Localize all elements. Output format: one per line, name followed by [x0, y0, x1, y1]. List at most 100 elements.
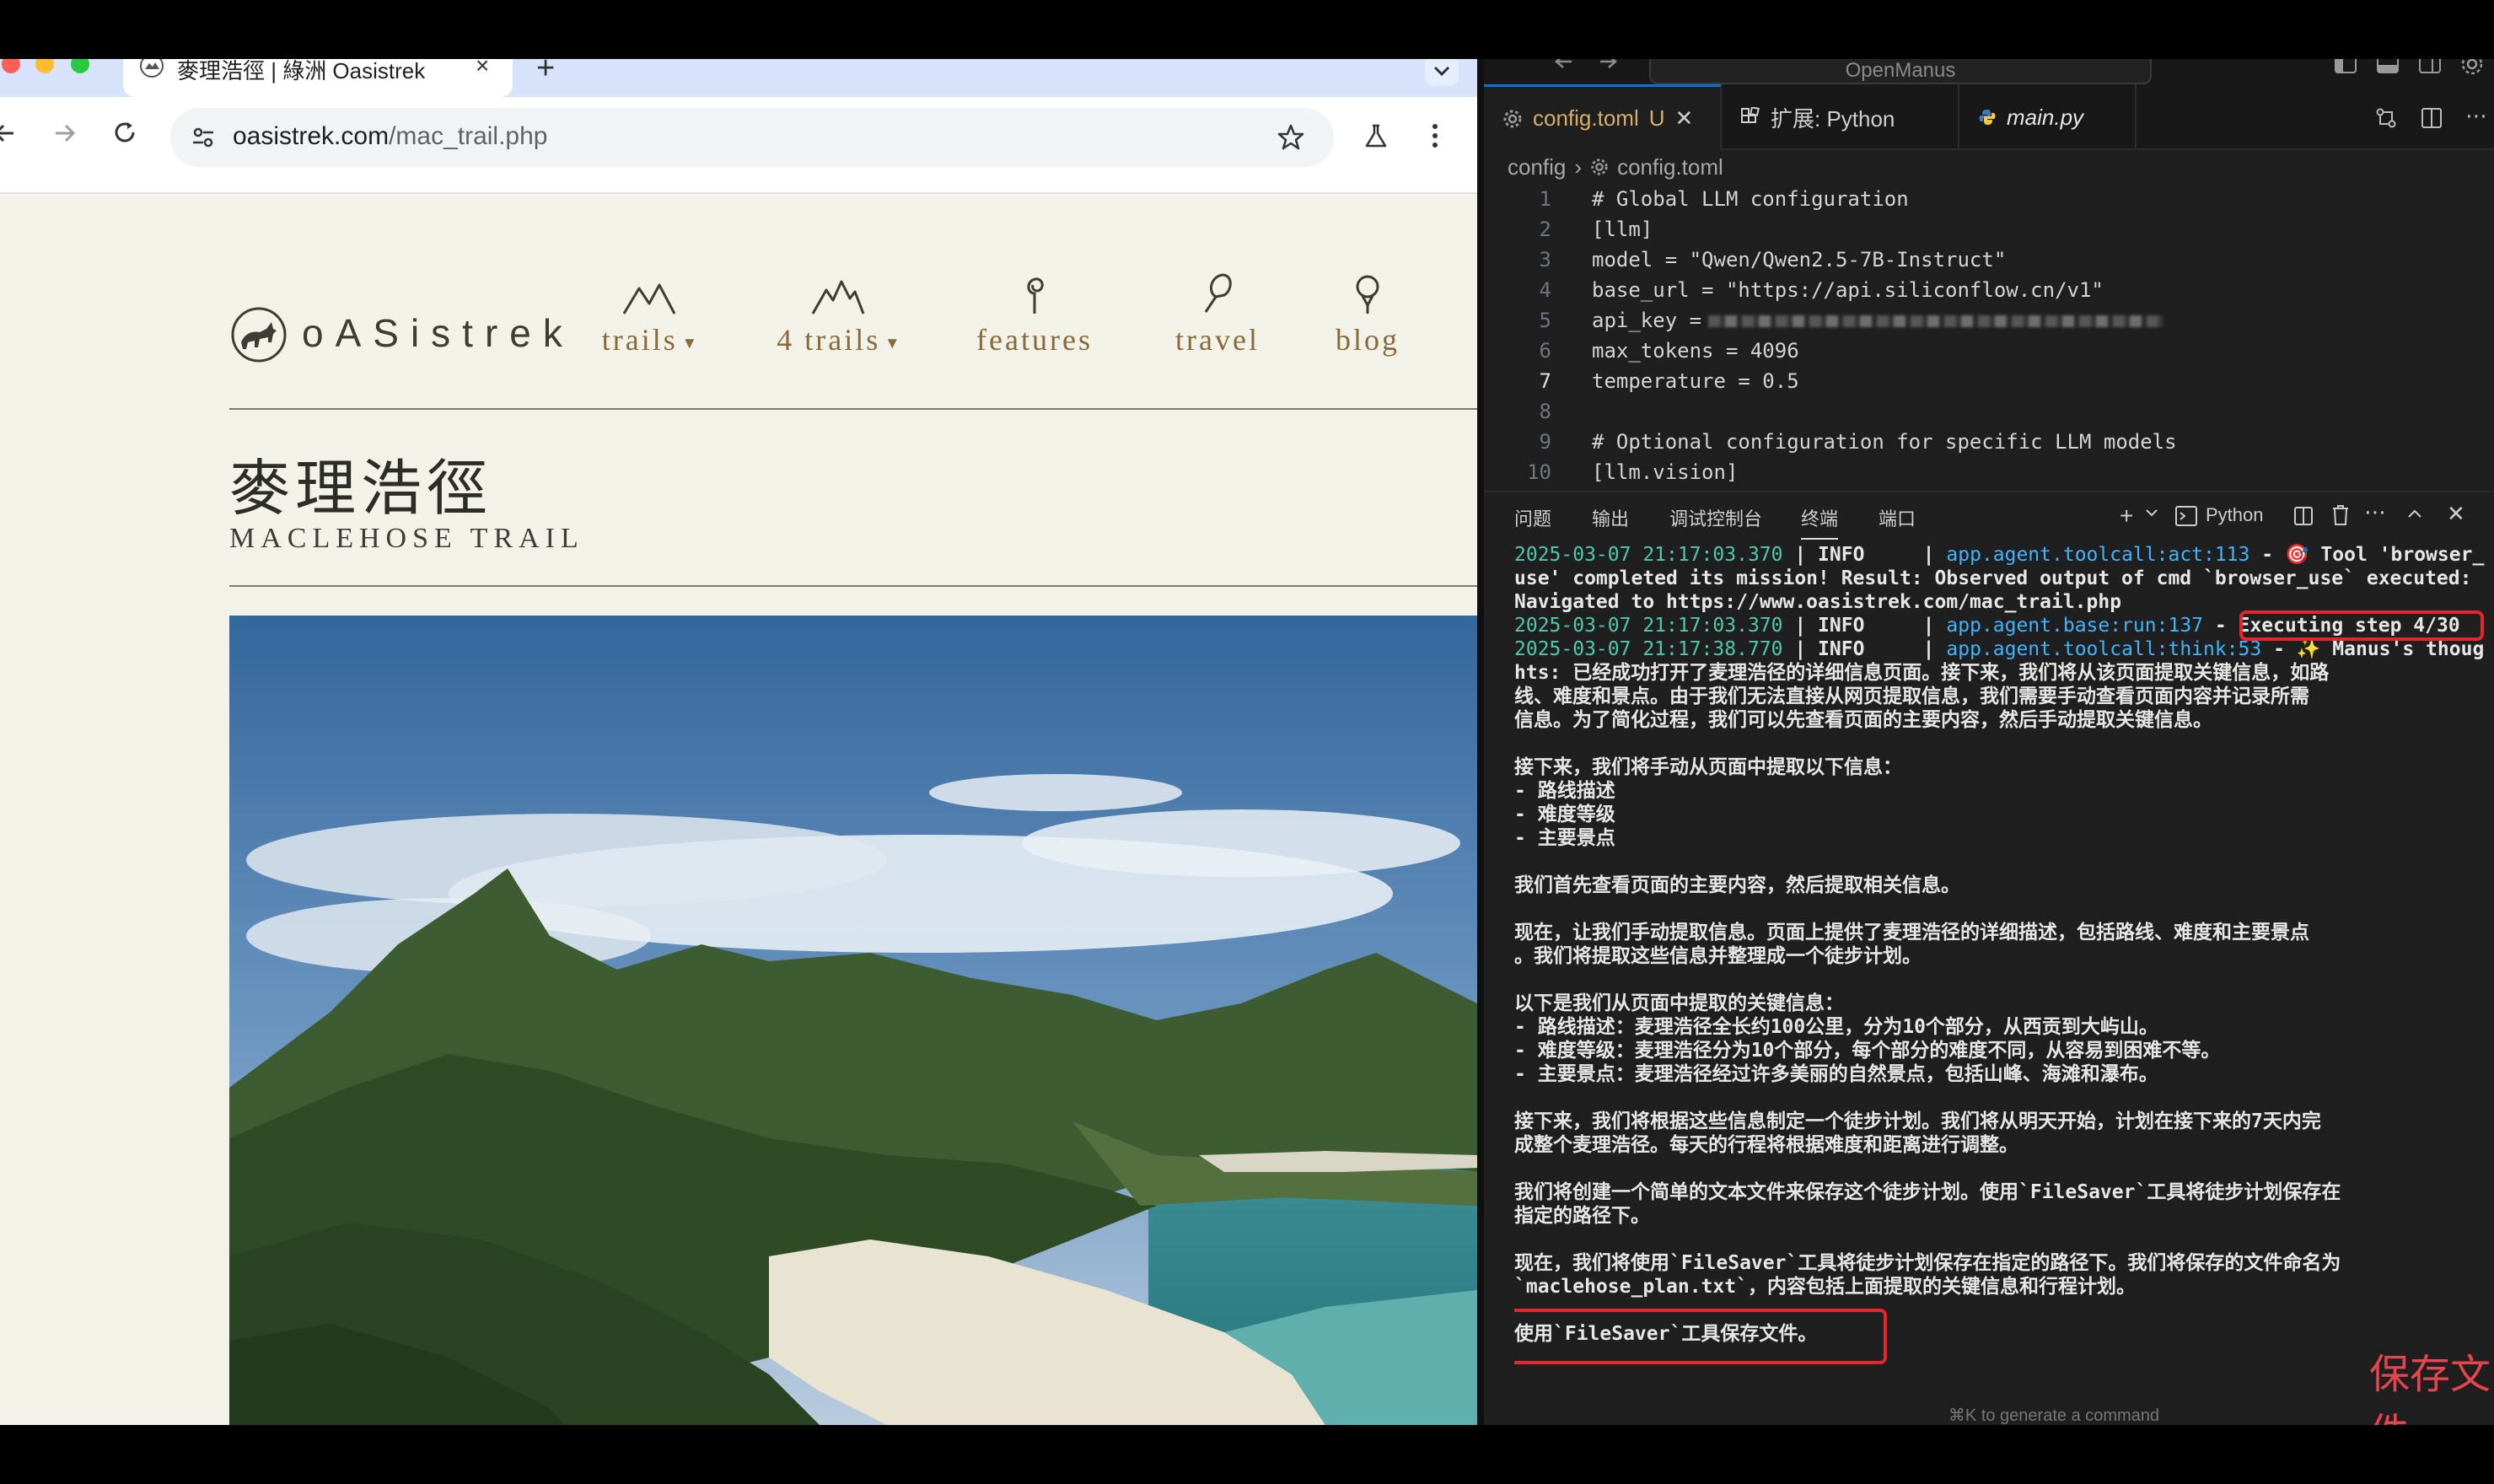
line-number: 3 [1539, 248, 1551, 272]
browser-menu-icon[interactable] [1427, 122, 1443, 149]
panel-tab-terminal[interactable]: 终端 [1801, 504, 1839, 540]
tab-main-py[interactable]: main.py [1959, 84, 2137, 150]
nav-blog[interactable]: blog [1325, 266, 1410, 358]
chevron-down-icon[interactable] [2145, 508, 2158, 518]
breadcrumb-file[interactable]: config.toml [1617, 154, 1723, 180]
nav-features[interactable]: features [971, 266, 1098, 358]
line-number: 10 [1527, 460, 1551, 484]
vscode-titlebar: OpenManus [1484, 59, 2494, 84]
browser-tab-title: 麥理浩徑 | 綠洲 Oasistrek [177, 59, 426, 83]
code-line: 4 base_url = "https://api.siliconflow.cn/… [1484, 275, 2494, 305]
toggle-secondary-sidebar-icon[interactable] [2418, 59, 2442, 74]
panel-tab-output[interactable]: 输出 [1592, 504, 1629, 531]
chevron-right-icon: › [1574, 153, 1583, 180]
tab-config-toml[interactable]: config.toml U ✕ [1484, 84, 1722, 150]
code-line: 6 max_tokens = 4096 [1484, 336, 2494, 366]
close-panel-icon[interactable]: ✕ [2447, 501, 2465, 527]
panel-tab-ports[interactable]: 端口 [1879, 504, 1916, 531]
zoom-window-button[interactable] [71, 59, 89, 73]
tab-close-icon[interactable]: × [476, 59, 489, 79]
site-info-icon[interactable] [191, 125, 216, 150]
back-arrow-icon[interactable] [0, 121, 17, 146]
nav-4-trails[interactable]: 4 trails ▾ [762, 266, 914, 358]
close-window-button[interactable] [2, 59, 20, 73]
log-line: 现在，我们将使用`FileSaver`工具将徒步计划保存在指定的路径下。我们将保… [1514, 1252, 2341, 1274]
split-editor-icon[interactable] [2420, 106, 2443, 130]
toggle-panel-icon[interactable] [2376, 59, 2400, 74]
breadcrumb-folder[interactable]: config [1508, 154, 1566, 180]
forward-arrow-icon[interactable] [1597, 59, 1619, 73]
nav-travel-label: travel [1175, 323, 1260, 357]
log-module: app.agent.toolcall:act:113 [1946, 544, 2250, 566]
log-line: - 主要景点 [1514, 827, 1615, 849]
url-path: /mac_trail.php [389, 122, 548, 150]
code-text: [llm.vision] [1592, 460, 1739, 484]
log-line: - 主要景点：麦理浩径经过许多美丽的自然景点，包括山峰、海滩和瀑布。 [1514, 1063, 2158, 1085]
split-divider[interactable] [1477, 59, 1484, 1425]
vscode-window: OpenManus config.toml U ✕ 扩展: Python mai… [1484, 59, 2494, 1425]
log-line: use' completed its mission! Result: Obse… [1514, 567, 2472, 589]
oasistrek-logo-icon[interactable] [229, 305, 288, 364]
forward-arrow-icon[interactable] [52, 121, 78, 146]
log-line: 成整个麦理浩径。每天的行程将根据难度和距离进行调整。 [1514, 1134, 2018, 1156]
back-arrow-icon[interactable] [1553, 59, 1575, 73]
panel-tab-debug-console[interactable]: 调试控制台 [1669, 504, 1762, 531]
chevron-down-icon [1433, 66, 1450, 77]
code-text: # Optional configuration for specific LL… [1592, 430, 2177, 454]
tab-close-icon[interactable]: ✕ [1675, 105, 1694, 132]
command-center[interactable]: OpenManus [1649, 59, 2152, 84]
new-tab-button[interactable]: + [536, 59, 555, 87]
more-actions-icon[interactable]: ⋯ [2465, 103, 2487, 129]
page-title: 麥理浩徑 [229, 453, 493, 524]
log-timestamp: 2025-03-07 21:17:38.770 [1514, 638, 1783, 660]
url-text: oasistrek.com/mac_trail.php [233, 122, 548, 151]
url-host: oasistrek.com [233, 122, 390, 150]
command-center-label: OpenManus [1845, 59, 1956, 82]
new-terminal-plus-icon[interactable]: + [2120, 503, 2133, 530]
log-timestamp: 2025-03-07 21:17:03.370 [1514, 615, 1783, 637]
line-number: 5 [1539, 309, 1551, 332]
nav-travel[interactable]: travel [1158, 266, 1277, 358]
more-actions-icon[interactable]: ⋯ [2364, 499, 2386, 525]
settings-gear-icon[interactable] [2460, 59, 2484, 76]
code-text: max_tokens = 4096 [1592, 339, 1799, 363]
line-number: 7 [1539, 369, 1551, 393]
labs-flask-icon[interactable] [1363, 122, 1389, 149]
maximize-panel-icon[interactable] [2406, 508, 2423, 519]
line-number: 1 [1539, 187, 1551, 211]
extensions-icon [1740, 107, 1760, 127]
nav-blog-label: blog [1335, 323, 1400, 357]
line-number: 8 [1539, 400, 1551, 423]
nav-trails[interactable]: trails ▾ [590, 266, 708, 358]
minimize-window-button[interactable] [35, 59, 54, 73]
code-text: base_url = "https://api.siliconflow.cn/v… [1592, 278, 2104, 302]
site-header: oASistrek trails ▾ 4 trails ▾ features t… [0, 194, 1477, 410]
log-line: 以下是我们从页面中提取的关键信息： [1514, 992, 1844, 1014]
nav-4-trails-label: 4 trails [777, 323, 881, 357]
tab-main-py-label: main.py [2007, 104, 2084, 130]
panel-tab-problems[interactable]: 问题 [1514, 504, 1551, 531]
tab-extension-python[interactable]: 扩展: Python [1722, 84, 1959, 150]
site-logo-text[interactable]: oASistrek [302, 310, 574, 356]
log-message: - ✨ Manus's thoug [2261, 638, 2485, 660]
terminal-output[interactable]: 2025-03-07 21:17:03.370 | INFO | app.age… [1514, 543, 2494, 1425]
log-module: app.agent.base:run:137 [1946, 615, 2204, 637]
hero-landscape-image [229, 616, 1477, 1425]
terminal-shell-icon [2175, 506, 2197, 526]
nav-trails-label: trails [601, 323, 678, 357]
open-changes-icon[interactable] [2374, 106, 2398, 130]
split-terminal-icon[interactable] [2293, 506, 2314, 526]
address-bar[interactable]: oasistrek.com/mac_trail.php [170, 108, 1334, 167]
terminal-shell-name[interactable]: Python [2206, 504, 2264, 526]
trash-icon[interactable] [2330, 504, 2351, 526]
log-timestamp: 2025-03-07 21:17:03.370 [1514, 544, 1783, 566]
tab-search-button[interactable] [1425, 59, 1459, 86]
browser-window: 麥理浩徑 | 綠洲 Oasistrek × + oasistrek.com/ma… [0, 59, 1477, 1425]
redacted-api-key [1708, 315, 2163, 327]
browser-tab-active[interactable]: 麥理浩徑 | 綠洲 Oasistrek × [123, 59, 513, 97]
line-number: 9 [1539, 430, 1551, 454]
toggle-sidebar-icon[interactable] [2334, 59, 2357, 74]
bookmark-star-icon[interactable] [1277, 123, 1305, 152]
reload-icon[interactable] [113, 121, 138, 146]
log-level: | INFO | [1782, 544, 1947, 566]
